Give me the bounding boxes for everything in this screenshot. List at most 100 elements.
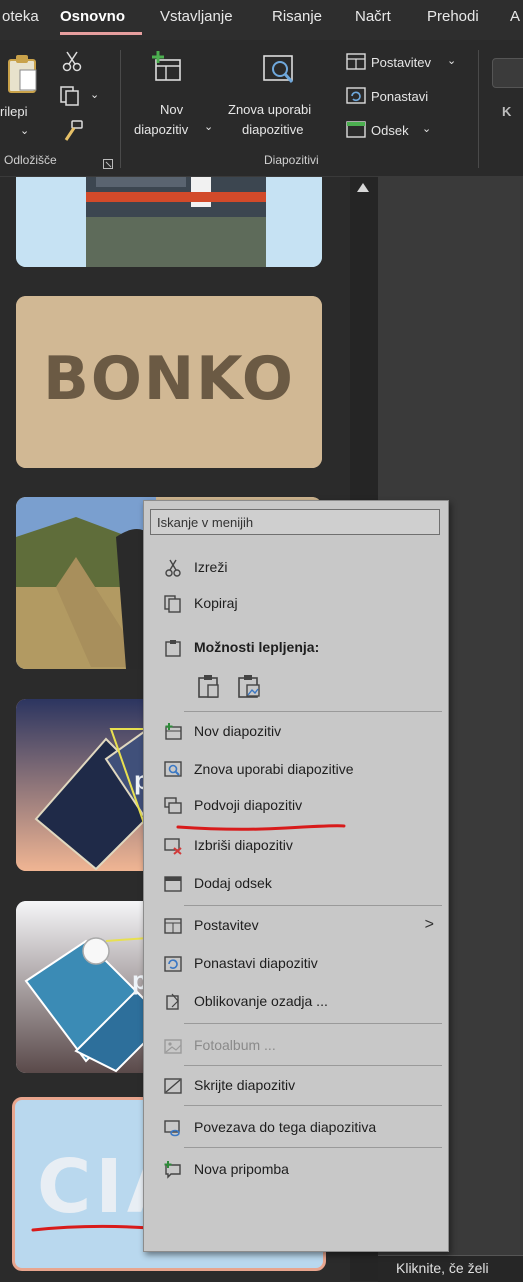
menu-item-label: Ponastavi diapozitiv [194, 955, 318, 971]
photo-album-icon [164, 1039, 182, 1054]
menu-item-label: Izbriši diapozitiv [194, 837, 293, 853]
menu-item-duplicate-slide[interactable]: Podvoji diapozitiv [144, 789, 448, 823]
scroll-up-arrow[interactable] [357, 183, 369, 192]
menu-item-label: Znova uporabi diapozitive [194, 761, 354, 777]
reset-icon[interactable] [346, 87, 366, 110]
menu-item-reuse-slides[interactable]: Znova uporabi diapozitive [144, 753, 448, 787]
paste-picture-icon[interactable] [236, 673, 262, 702]
paste-icon [165, 640, 181, 657]
notes-placeholder[interactable]: Kliknite, če želi [396, 1260, 489, 1276]
dialog-launcher-icon[interactable] [103, 156, 113, 174]
scissors-icon[interactable] [62, 50, 82, 77]
tab-home[interactable]: Osnovno [60, 8, 125, 25]
format-painter-icon[interactable] [62, 120, 84, 147]
submenu-arrow-icon: > [424, 916, 434, 933]
menu-item-label: Nov diapozitiv [194, 723, 282, 739]
layout-button-label[interactable]: Postavitev [371, 55, 431, 70]
bold-button[interactable]: K [502, 104, 511, 119]
menu-item-hide-slide[interactable]: Skrijte diapozitiv [144, 1069, 448, 1103]
ribbon: rilepi ⌄ ⌄ Odložišče Nov diapozitiv ⌄ Zn… [0, 40, 523, 177]
menu-item-label: Kopiraj [194, 595, 238, 611]
menu-item-copy[interactable]: Kopiraj [144, 587, 448, 621]
reuse-slides-icon [164, 761, 182, 777]
menu-item-label: Možnosti lepljenja: [194, 639, 320, 655]
section-dropdown-icon[interactable]: ⌄ [422, 122, 431, 135]
reset-slide-icon [164, 956, 182, 972]
menu-item-delete-slide[interactable]: Izbriši diapozitiv [144, 829, 448, 863]
menu-separator [184, 1023, 442, 1024]
slide-thumbnail[interactable] [16, 177, 322, 267]
reuse-slides-icon[interactable] [262, 54, 298, 93]
menu-item-label: Oblikovanje ozadja ... [194, 993, 328, 1009]
tab-animations[interactable]: A [510, 8, 520, 25]
chevron-down-icon[interactable]: ⌄ [20, 124, 29, 137]
copy-icon[interactable] [60, 86, 82, 111]
slides-group-label: Diapozitivi [264, 153, 319, 167]
active-tab-indicator [60, 32, 142, 35]
add-section-icon [164, 876, 182, 892]
tab-file[interactable]: oteka [2, 8, 39, 25]
menu-search-box[interactable]: Iskanje v menijih [150, 509, 440, 535]
font-name-box[interactable] [492, 58, 523, 88]
reset-button-label[interactable]: Ponastavi [371, 89, 428, 104]
layout-dropdown-icon[interactable]: ⌄ [447, 54, 456, 67]
ribbon-separator [120, 50, 121, 168]
slide-thumbnail[interactable]: BONKO [16, 296, 322, 468]
menu-item-label: Izreži [194, 559, 228, 575]
menu-item-label: Fotoalbum ... [194, 1037, 276, 1053]
tab-insert[interactable]: Vstavljanje [160, 8, 233, 25]
menu-separator [184, 1147, 442, 1148]
delete-slide-icon [164, 838, 182, 855]
menu-item-new-comment[interactable]: Nova pripomba [144, 1153, 448, 1187]
menu-item-cut[interactable]: Izreži [144, 551, 448, 585]
duplicate-slide-icon [164, 797, 182, 814]
menu-item-photo-album: Fotoalbum ... [144, 1029, 448, 1063]
link-slide-icon [164, 1120, 180, 1137]
scissors-icon [165, 559, 181, 577]
new-slide-label-2[interactable]: diapozitiv [134, 122, 188, 137]
new-comment-icon [164, 1161, 181, 1179]
menu-item-label: Nova pripomba [194, 1161, 289, 1177]
new-slide-label-1[interactable]: Nov [160, 102, 183, 117]
menu-item-label: Povezava do tega diapozitiva [194, 1119, 377, 1135]
menu-item-add-section[interactable]: Dodaj odsek [144, 867, 448, 901]
menu-item-paste-options: Možnosti lepljenja: [144, 631, 448, 665]
reuse-slides-label-2[interactable]: diapozitive [242, 122, 303, 137]
layout-icon[interactable] [346, 53, 366, 76]
new-slide-icon[interactable] [150, 50, 184, 89]
menu-item-new-slide[interactable]: Nov diapozitiv [144, 715, 448, 749]
menu-separator [184, 905, 442, 906]
menu-item-label: Dodaj odsek [194, 875, 272, 891]
copy-dropdown-icon[interactable]: ⌄ [90, 88, 99, 101]
paste-keep-formatting-icon[interactable] [196, 673, 222, 702]
section-icon[interactable] [346, 121, 366, 144]
menu-item-label: Postavitev [194, 917, 259, 933]
menu-item-label: Skrijte diapozitiv [194, 1077, 296, 1093]
copy-icon [164, 595, 181, 613]
new-slide-dropdown-icon[interactable]: ⌄ [204, 120, 213, 133]
clipboard-group-label: Odložišče [4, 153, 57, 167]
menu-item-link-to-slide[interactable]: Povezava do tega diapozitiva [144, 1111, 448, 1145]
slide-title-text: BONKO [43, 344, 295, 414]
menu-item-label: Podvoji diapozitiv [194, 797, 303, 813]
ribbon-tabs: oteka Osnovno Vstavljanje Risanje Načrt … [0, 0, 523, 40]
tab-transitions[interactable]: Prehodi [427, 8, 479, 25]
ribbon-separator [478, 50, 479, 168]
menu-separator [184, 1065, 442, 1066]
menu-item-layout[interactable]: Postavitev > [144, 909, 448, 943]
reuse-slides-label-1[interactable]: Znova uporabi [228, 102, 311, 117]
paste-icon[interactable] [6, 52, 40, 101]
format-background-icon [166, 993, 179, 1010]
menu-item-format-background[interactable]: Oblikovanje ozadja ... [144, 985, 448, 1019]
section-button-label[interactable]: Odsek [371, 123, 409, 138]
context-menu: Iskanje v menijih Izreži Kopiraj Možnost… [143, 500, 449, 1252]
menu-item-reset-slide[interactable]: Ponastavi diapozitiv [144, 947, 448, 981]
hide-slide-icon [164, 1078, 182, 1094]
menu-search-placeholder[interactable]: Iskanje v menijih [157, 515, 253, 530]
menu-separator [184, 1105, 442, 1106]
tab-design[interactable]: Načrt [355, 8, 391, 25]
tab-draw[interactable]: Risanje [272, 8, 322, 25]
paste-button-label[interactable]: rilepi [0, 104, 27, 119]
menu-separator [184, 711, 442, 712]
layout-icon [164, 918, 182, 934]
